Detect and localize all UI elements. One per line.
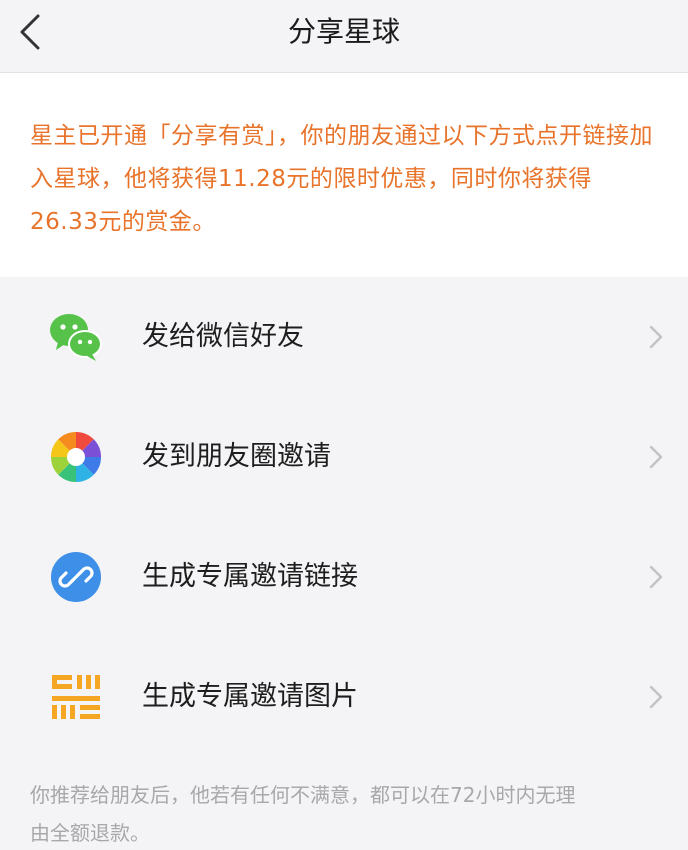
- link-icon: [48, 549, 104, 605]
- share-planet-page: 分享星球 星主已开通「分享有赏」，你的朋友通过以下方式点开链接加入星球，他将获得…: [0, 0, 688, 850]
- navigation-bar: 分享星球: [0, 0, 688, 73]
- generate-invite-image-item[interactable]: 生成专属邀请图片: [0, 637, 688, 757]
- chevron-right-icon: [648, 443, 664, 471]
- share-reward-notice: 星主已开通「分享有赏」，你的朋友通过以下方式点开链接加入星球，他将获得11.28…: [0, 73, 688, 277]
- moments-icon: [48, 429, 104, 485]
- image-icon: [48, 669, 104, 725]
- chevron-right-icon: [648, 323, 664, 351]
- menu-item-label: 生成专属邀请图片: [142, 681, 358, 712]
- chevron-right-icon: [648, 683, 664, 711]
- generate-invite-link-item[interactable]: 生成专属邀请链接: [0, 517, 688, 637]
- menu-item-label: 发到朋友圈邀请: [142, 441, 331, 472]
- refund-policy-note: 你推荐给朋友后，他若有任何不满意，都可以在72小时内无理由全额退款。: [30, 783, 576, 845]
- share-moments-item[interactable]: 发到朋友圈邀请: [0, 397, 688, 517]
- menu-item-label: 生成专属邀请链接: [142, 561, 358, 592]
- share-wechat-friend-item[interactable]: 发给微信好友: [0, 277, 688, 397]
- notice-text: 星主已开通「分享有赏」，你的朋友通过以下方式点开链接加入星球，他将获得11.28…: [30, 123, 653, 235]
- menu-item-label: 发给微信好友: [142, 321, 304, 352]
- page-title: 分享星球: [287, 15, 400, 48]
- wechat-icon: [48, 309, 104, 365]
- chevron-right-icon: [648, 563, 664, 591]
